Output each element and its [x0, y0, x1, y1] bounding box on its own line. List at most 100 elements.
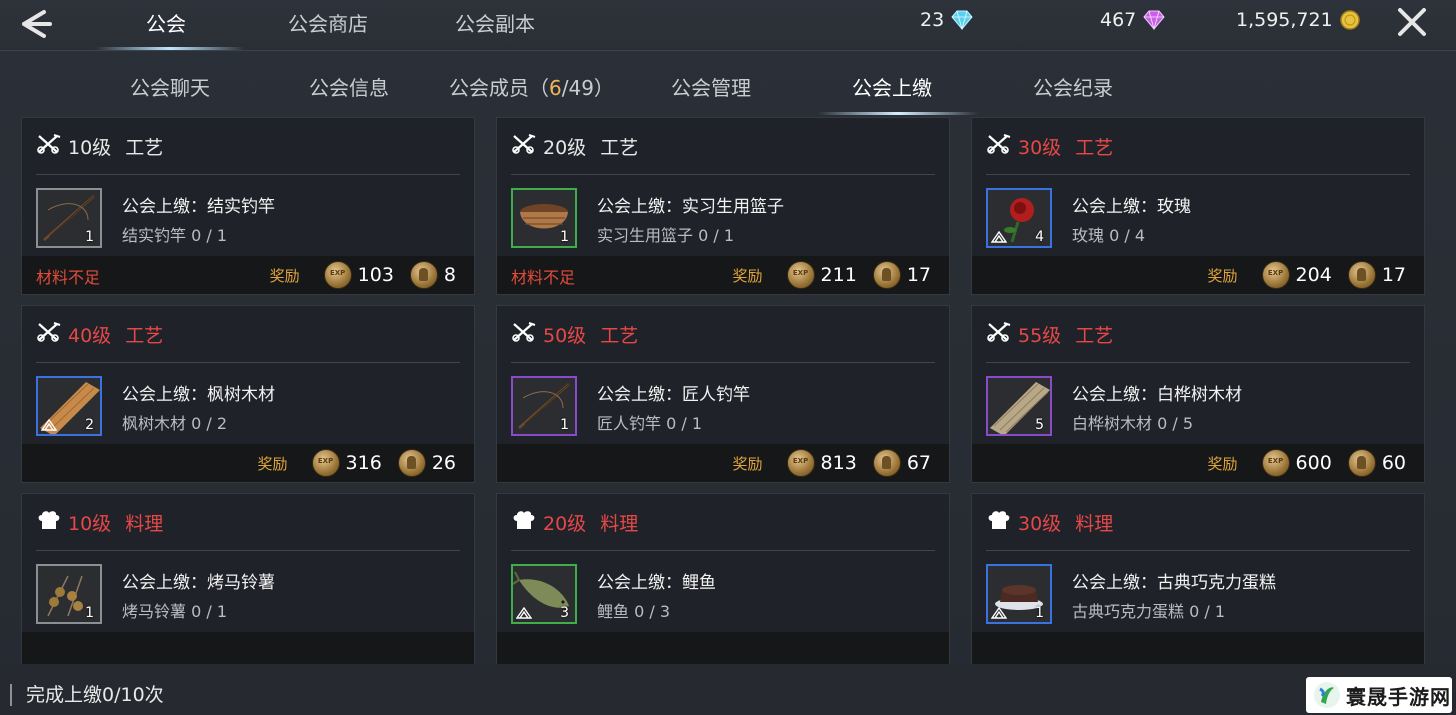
tribute-card[interactable]: 20级工艺 1 公会上缴：实习生用篮子实习生用篮子 0 / 1 材料不足 奖励 211 17: [496, 117, 950, 295]
tribute-card[interactable]: 20级 料理 3 公会上缴：鲤鱼 鲤鱼 0 / 3: [496, 493, 950, 671]
active-subtab-indicator: [818, 112, 978, 115]
guild-exp-icon: [323, 261, 352, 289]
watermark-logo: 寰晟手游网: [1306, 677, 1452, 713]
guild-exp-icon: [786, 261, 815, 289]
task-title: 公会上缴：匠人钓竿: [597, 385, 750, 405]
card-header: 10级 工艺: [36, 132, 163, 160]
sub-navigation-bar: 公会聊天 公会信息 公会成员（6/49） 公会管理 公会上缴 公会纪录: [0, 51, 1456, 115]
task-progress: 烤马铃薯 0 / 1: [122, 602, 228, 621]
tribute-card[interactable]: 30级 料理 1 公会上缴：古典巧克力蛋糕 古典巧克力蛋糕 0 / 1: [971, 493, 1425, 671]
tab-guild-shop[interactable]: 公会商店: [288, 8, 368, 37]
skill-name: 料理: [1075, 512, 1114, 535]
reward-exp-value: 600: [1295, 452, 1332, 474]
reward-contribution-value: 67: [906, 452, 931, 474]
task-progress: 枫树木材 0 / 2: [122, 414, 228, 433]
footer-accent: [10, 684, 12, 706]
currency-purple-diamond: 467: [1100, 9, 1166, 31]
guild-contribution-icon: [872, 449, 901, 477]
reward-label: 奖励: [732, 454, 763, 473]
card-footer: 材料不足 奖励 211 17: [497, 256, 949, 294]
blue-diamond-count: 23: [920, 9, 945, 31]
tribute-card[interactable]: 55级工艺 5 公会上缴：白桦树木材白桦树木材 0 / 5 奖励 600 60: [971, 305, 1425, 483]
task-title: 公会上缴：结实钓竿: [122, 197, 275, 217]
item-quantity: 2: [85, 417, 94, 433]
card-footer: 奖励 204 17: [972, 256, 1424, 294]
tribute-card[interactable]: 10级 料理 1 公会上缴：烤马铃薯 烤马铃薯 0 / 1: [21, 493, 475, 671]
subtab-guild-chat[interactable]: 公会聊天: [130, 72, 210, 101]
tab-guild[interactable]: 公会: [146, 8, 186, 37]
members-label: 公会成员（: [449, 76, 549, 100]
card-divider: [511, 362, 935, 363]
chef-hat-icon: [986, 509, 1012, 536]
card-footer: 奖励 600 60: [972, 444, 1424, 482]
item-slot[interactable]: 2: [36, 376, 102, 436]
required-level: 55级: [1018, 324, 1062, 347]
reward-exp-value: 316: [345, 452, 382, 474]
card-divider: [511, 550, 935, 551]
skill-name: 料理: [125, 512, 164, 535]
subtab-guild-members[interactable]: 公会成员（6/49）: [449, 72, 614, 101]
card-header: 20级 料理: [511, 508, 638, 536]
reward-label: 奖励: [269, 266, 300, 285]
watermark-logo-icon: [1314, 682, 1340, 708]
guild-contribution-icon: [397, 449, 426, 477]
card-header: 55级 工艺: [986, 320, 1113, 348]
task-progress: 实习生用篮子 0 / 1: [597, 226, 735, 245]
item-quantity: 1: [85, 229, 94, 245]
back-arrow-icon[interactable]: [14, 6, 54, 42]
item-slot[interactable]: 1: [36, 564, 102, 624]
item-slot[interactable]: 1: [511, 188, 577, 248]
required-level: 30级: [1018, 512, 1062, 535]
purple-diamond-icon: [1143, 10, 1165, 30]
card-header: 30级 料理: [986, 508, 1113, 536]
reward-contribution-value: 8: [443, 264, 456, 286]
card-divider: [511, 174, 935, 175]
item-quantity: 5: [1035, 417, 1044, 433]
tab-guild-dungeon[interactable]: 公会副本: [455, 8, 535, 37]
tribute-card[interactable]: 40级工艺 2 公会上缴：枫树木材枫树木材 0 / 2 奖励 316 26: [21, 305, 475, 483]
completion-counter: 完成上缴0/10次: [26, 684, 164, 706]
task-title: 公会上缴：白桦树木材: [1072, 385, 1242, 405]
subtab-guild-tribute[interactable]: 公会上缴: [852, 72, 932, 101]
subtab-guild-record[interactable]: 公会纪录: [1033, 72, 1113, 101]
enhance-mark-icon: [991, 231, 1007, 243]
subtab-guild-info[interactable]: 公会信息: [309, 72, 389, 101]
required-level: 10级: [68, 136, 112, 159]
card-header: 10级 料理: [36, 508, 163, 536]
task-title: 公会上缴：古典巧克力蛋糕: [1072, 573, 1276, 593]
item-quantity: 1: [560, 417, 569, 433]
reward-row: 奖励 600 60: [1208, 449, 1406, 477]
item-slot[interactable]: 4: [986, 188, 1052, 248]
item-slot[interactable]: 1: [36, 188, 102, 248]
reward-exp-value: 204: [1295, 264, 1332, 286]
enhance-mark-icon: [41, 419, 57, 431]
card-header: 20级 工艺: [511, 132, 638, 160]
watermark-text: 寰晟手游网: [1346, 684, 1451, 709]
card-header: 40级 工艺: [36, 320, 163, 348]
task-title: 公会上缴：实习生用篮子: [597, 197, 784, 217]
skill-name: 料理: [600, 512, 639, 535]
item-slot[interactable]: 5: [986, 376, 1052, 436]
close-icon[interactable]: [1392, 4, 1432, 42]
blue-diamond-icon: [951, 10, 973, 30]
task-progress: 古典巧克力蛋糕 0 / 1: [1072, 602, 1226, 621]
reward-label: 奖励: [732, 266, 763, 285]
guild-contribution-icon: [1347, 449, 1376, 477]
members-total-count: /49）: [561, 76, 614, 100]
tribute-card[interactable]: 10级工艺 1 公会上缴：结实钓竿结实钓竿 0 / 1 材料不足 奖励 103 8: [21, 117, 475, 295]
enhance-mark-icon: [991, 607, 1007, 619]
tribute-card[interactable]: 30级工艺 4 公会上缴：玫瑰玫瑰 0 / 4 奖励 204 17: [971, 117, 1425, 295]
item-quantity: 1: [85, 605, 94, 621]
item-slot[interactable]: 1: [511, 376, 577, 436]
guild-contribution-icon: [409, 261, 438, 289]
item-slot[interactable]: 1: [986, 564, 1052, 624]
item-quantity: 3: [560, 605, 569, 621]
currency-blue-diamond: 23: [920, 9, 974, 31]
card-divider: [36, 174, 460, 175]
item-slot[interactable]: 3: [511, 564, 577, 624]
purple-diamond-count: 467: [1100, 9, 1137, 31]
item-quantity: 1: [560, 229, 569, 245]
card-footer: 奖励 813 67: [497, 444, 949, 482]
subtab-guild-manage[interactable]: 公会管理: [671, 72, 751, 101]
tribute-card[interactable]: 50级工艺 1 公会上缴：匠人钓竿匠人钓竿 0 / 1 奖励 813 67: [496, 305, 950, 483]
